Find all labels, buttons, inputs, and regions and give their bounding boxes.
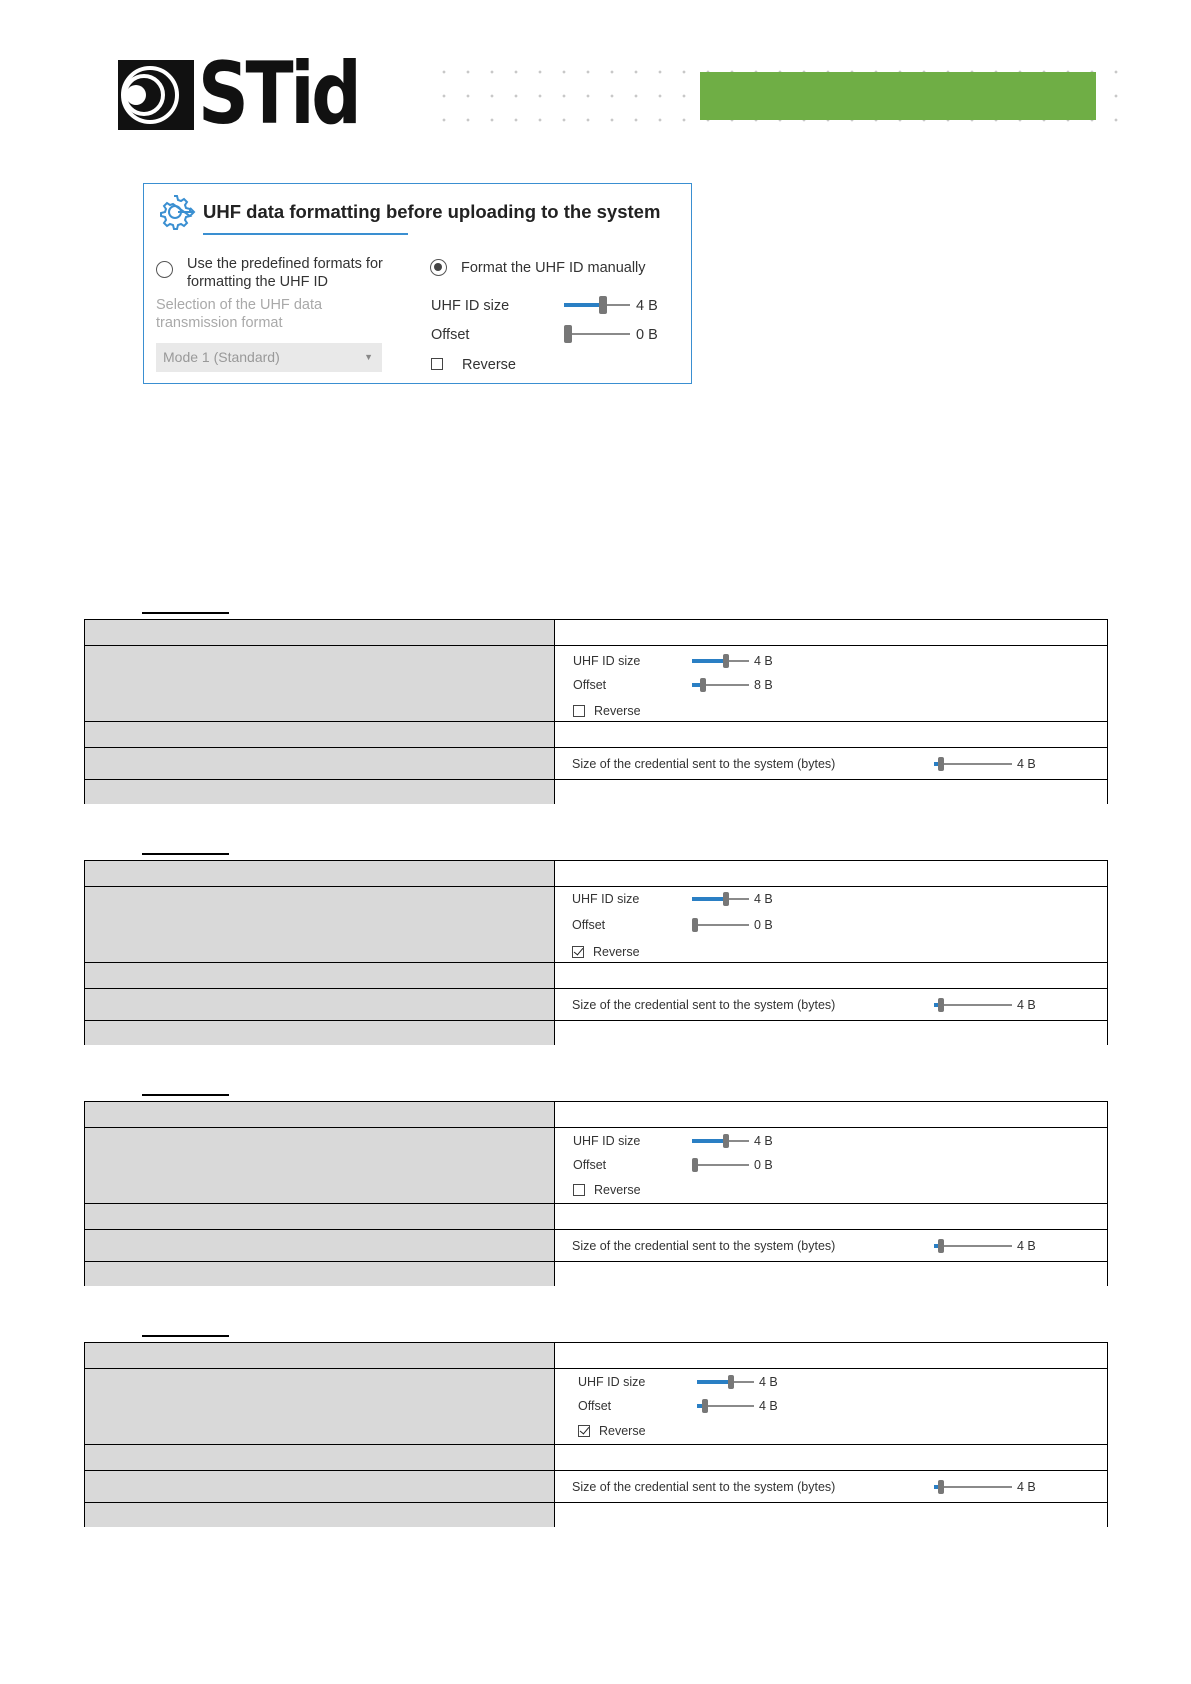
logo-text: STid [198,44,362,144]
table-row: Size of the credential sent to the syste… [85,1471,1107,1503]
uhf-id-size-value: 4 B [636,298,658,314]
selection-format-label: Selection of the UHF data transmission f… [156,297,323,331]
uhf-id-size-slider[interactable] [697,1375,754,1389]
offset-label: Offset [573,678,607,692]
reverse-checkbox[interactable] [578,1425,590,1437]
uhf-id-size-label: UHF ID size [573,654,641,668]
config-table: UHF ID size 4 B Offset 8 B Reverse Size … [84,619,1108,804]
credential-size-label: Size of the credential sent to the syste… [572,998,836,1012]
gear-export-icon [160,195,196,230]
credential-size-label: Size of the credential sent to the syste… [572,757,836,771]
uhf-id-size-value: 4 B [754,892,773,906]
table-row: UHF ID size 4 B Offset 0 B Reverse [85,1128,1107,1204]
offset-slider[interactable] [692,678,749,692]
credential-size-label: Size of the credential sent to the syste… [572,1480,836,1494]
uhf-id-size-slider[interactable] [564,296,630,314]
uhf-id-size-value: 4 B [754,654,773,668]
uhf-id-size-value: 4 B [759,1375,778,1389]
uhf-id-size-slider[interactable] [692,1134,749,1148]
offset-label: Offset [578,1399,612,1413]
table-row [85,620,1107,646]
offset-value: 0 B [754,1158,773,1172]
slider-thumb[interactable] [599,296,607,314]
uhf-id-size-label: UHF ID size [431,298,510,314]
chevron-down-icon: ▼ [364,352,373,362]
uhf-id-size-slider[interactable] [692,892,749,906]
reverse-checkbox[interactable] [572,946,584,958]
config-table: UHF ID size 4 B Offset 4 B Reverse Size … [84,1342,1108,1527]
table-row: Size of the credential sent to the syste… [85,748,1107,780]
credential-size-label: Size of the credential sent to the syste… [572,1239,836,1253]
reverse-checkbox[interactable] [573,1184,585,1196]
table-row [85,861,1107,887]
table-row [85,1343,1107,1369]
radio-predefined-formats[interactable] [156,261,173,278]
credential-size-value: 4 B [1017,757,1036,771]
section-underline [142,1094,229,1096]
section-underline [142,612,229,614]
offset-value: 0 B [636,327,658,343]
section-underline [142,1335,229,1337]
offset-label: Offset [572,918,606,932]
header-accent-bar [700,72,1096,120]
reverse-label: Reverse [593,945,640,959]
section-underline [142,853,229,855]
credential-size-slider[interactable] [934,1480,1012,1494]
offset-value: 0 B [754,918,773,932]
stid-logo: STid [118,44,362,144]
offset-value: 8 B [754,678,773,692]
table-row [85,1204,1107,1230]
panel-title: UHF data formatting before uploading to … [203,201,661,222]
uhf-id-size-label: UHF ID size [572,892,640,906]
reverse-checkbox[interactable] [573,705,585,717]
reverse-checkbox[interactable] [431,358,443,370]
uhf-id-size-label: UHF ID size [578,1375,646,1389]
panel-title-underline [203,233,408,235]
table-row [85,1445,1107,1471]
offset-value: 4 B [759,1399,778,1413]
mode-select[interactable]: Mode 1 (Standard) ▼ [156,343,382,372]
table-row: UHF ID size 4 B Offset 0 B Reverse [85,887,1107,963]
credential-size-value: 4 B [1017,1480,1036,1494]
offset-label: Offset [431,327,470,343]
credential-size-value: 4 B [1017,998,1036,1012]
table-row [85,1102,1107,1128]
credential-size-slider[interactable] [934,1239,1012,1253]
uhf-id-size-slider[interactable] [692,654,749,668]
table-row: Size of the credential sent to the syste… [85,1230,1107,1262]
logo-mark-icon [118,60,194,130]
uhf-id-size-value: 4 B [754,1134,773,1148]
config-table: UHF ID size 4 B Offset 0 B Reverse Size … [84,860,1108,1045]
offset-slider[interactable] [564,325,630,343]
uhf-formatting-panel: UHF data formatting before uploading to … [143,183,692,384]
table-row: Size of the credential sent to the syste… [85,989,1107,1021]
credential-size-slider[interactable] [934,998,1012,1012]
option-manual-label: Format the UHF ID manually [461,260,646,276]
reverse-label: Reverse [462,357,516,373]
slider-thumb[interactable] [564,325,572,343]
table-row [85,1021,1107,1045]
reverse-label: Reverse [594,1183,641,1197]
radio-manual-format[interactable] [430,259,447,276]
table-row [85,963,1107,989]
mode-select-value: Mode 1 (Standard) [163,349,280,365]
option-predefined-label: Use the predefined formats for formattin… [187,256,383,290]
credential-size-value: 4 B [1017,1239,1036,1253]
offset-slider[interactable] [692,918,749,932]
table-row [85,1262,1107,1286]
offset-slider[interactable] [692,1158,749,1172]
uhf-id-size-label: UHF ID size [573,1134,641,1148]
offset-label: Offset [573,1158,607,1172]
table-row [85,722,1107,748]
table-row: UHF ID size 4 B Offset 4 B Reverse [85,1369,1107,1445]
credential-size-slider[interactable] [934,757,1012,771]
table-row: UHF ID size 4 B Offset 8 B Reverse [85,646,1107,722]
offset-slider[interactable] [697,1399,754,1413]
reverse-label: Reverse [599,1424,646,1438]
table-row [85,1503,1107,1527]
reverse-label: Reverse [594,704,641,718]
config-table: UHF ID size 4 B Offset 0 B Reverse Size … [84,1101,1108,1286]
table-row [85,780,1107,804]
